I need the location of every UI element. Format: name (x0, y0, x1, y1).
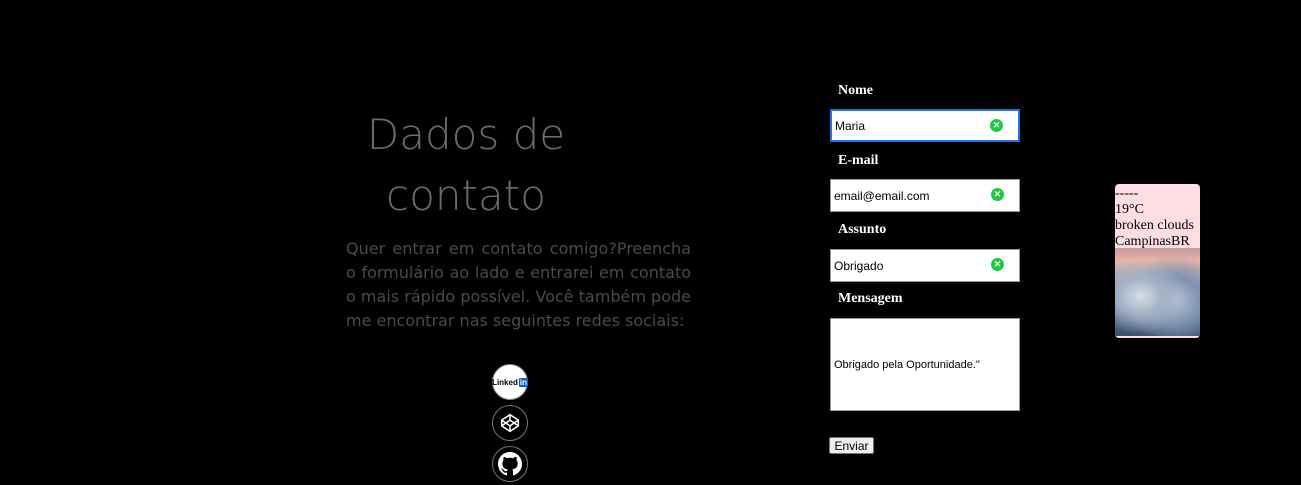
email-field: ✕ (830, 179, 1020, 212)
github-link[interactable] (492, 446, 528, 482)
assunto-input[interactable] (831, 250, 984, 281)
check-circle-icon: ✕ (990, 119, 1003, 132)
nome-field: ✕ (830, 109, 1020, 142)
mensagem-label: Mensagem (838, 291, 903, 306)
check-circle-icon: ✕ (991, 188, 1004, 201)
assunto-label: Assunto (838, 222, 887, 237)
weather-temp: 19°C (1115, 202, 1144, 217)
nome-input[interactable] (832, 111, 985, 140)
clouds-image (1115, 248, 1200, 336)
linkedin-icon: Linked in (492, 377, 528, 387)
contact-description: Quer entrar em contato comigo?Preencha o… (346, 239, 691, 330)
codepen-icon (500, 413, 520, 433)
linkedin-in: in (518, 377, 528, 387)
weather-placeholder: ----- (1115, 186, 1139, 201)
title-line-2: contato (386, 171, 546, 220)
linkedin-text: Linked (492, 377, 518, 387)
email-input[interactable] (831, 180, 984, 211)
assunto-field: ✕ (830, 249, 1020, 282)
enviar-button[interactable]: Enviar (829, 437, 874, 454)
page-title: Dados de contato (346, 104, 586, 226)
check-circle-icon: ✕ (991, 258, 1004, 271)
mensagem-textarea[interactable]: Obrigado pela Oportunidade." (830, 318, 1020, 411)
nome-label: Nome (838, 83, 873, 98)
title-line-1: Dados de (366, 110, 566, 159)
weather-widget: ----- 19°C broken clouds CampinasBR (1115, 184, 1200, 338)
linkedin-link[interactable]: Linked in (492, 364, 528, 400)
weather-condition: broken clouds (1115, 218, 1194, 233)
codepen-link[interactable] (492, 405, 528, 441)
email-label: E-mail (838, 153, 879, 168)
github-icon (498, 452, 522, 476)
